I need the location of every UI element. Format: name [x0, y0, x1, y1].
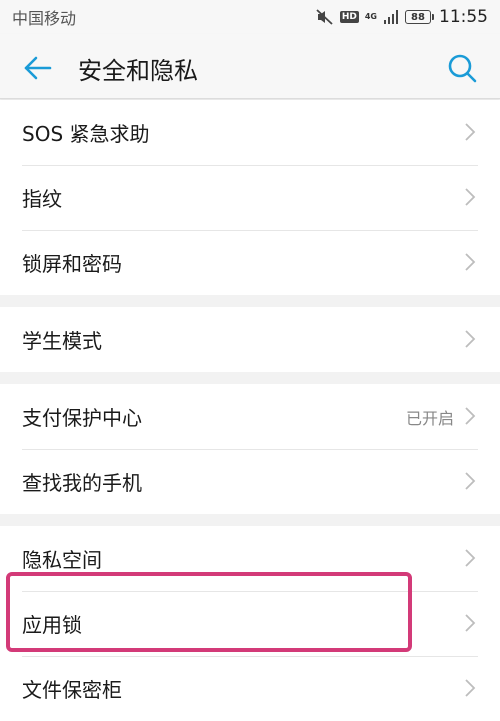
app-header: 安全和隐私	[0, 34, 500, 99]
chevron-right-icon	[465, 253, 476, 271]
settings-item-app-lock[interactable]: 应用锁	[0, 591, 500, 656]
status-text: 已开启	[405, 408, 454, 428]
chevron-right-icon	[465, 123, 476, 141]
carrier-name: 中国移动	[12, 9, 77, 28]
settings-item-payment-protection[interactable]: 支付保护中心 已开启	[0, 384, 500, 449]
settings-item-private-space[interactable]: 隐私空间	[0, 526, 500, 591]
chevron-right-icon	[465, 330, 476, 348]
search-icon	[448, 54, 477, 83]
status-bar: 中国移动 HD 4G 88 11:55	[0, 0, 500, 34]
settings-item-label: SOS 紧急求助	[22, 122, 150, 146]
signal-icon	[384, 10, 398, 24]
settings-item-label: 支付保护中心	[22, 406, 142, 430]
back-button[interactable]	[20, 50, 56, 86]
settings-item-lockscreen-password[interactable]: 锁屏和密码	[0, 230, 500, 295]
battery-level: 88	[411, 11, 425, 23]
settings-item-find-my-phone[interactable]: 查找我的手机	[0, 449, 500, 514]
search-button[interactable]	[444, 50, 480, 86]
settings-item-label: 应用锁	[22, 613, 82, 637]
settings-group-security: SOS 紧急求助 指纹 锁屏和密码	[0, 100, 500, 295]
settings-list: SOS 紧急求助 指纹 锁屏和密码 学生模式 支付保护中心 已开启 查找我的手机	[0, 100, 500, 721]
group-divider	[0, 514, 500, 526]
battery-icon: 88	[405, 10, 434, 24]
group-divider	[0, 295, 500, 307]
chevron-right-icon	[465, 407, 476, 425]
mute-icon	[316, 9, 333, 25]
settings-item-label: 学生模式	[22, 329, 102, 353]
settings-group-payment: 支付保护中心 已开启 查找我的手机	[0, 384, 500, 514]
chevron-right-icon	[465, 472, 476, 490]
settings-item-sos[interactable]: SOS 紧急求助	[0, 100, 500, 165]
settings-item-label: 隐私空间	[22, 548, 102, 572]
status-icons: HD 4G 88 11:55	[316, 7, 488, 27]
settings-item-label: 锁屏和密码	[22, 252, 122, 276]
settings-item-label: 文件保密柜	[22, 678, 122, 702]
settings-item-file-safe[interactable]: 文件保密柜	[0, 656, 500, 721]
chevron-right-icon	[465, 614, 476, 632]
chevron-right-icon	[465, 679, 476, 697]
settings-group-privacy: 隐私空间 应用锁 文件保密柜	[0, 526, 500, 721]
chevron-right-icon	[465, 188, 476, 206]
network-4g-icon: 4G	[364, 12, 377, 21]
settings-item-fingerprint[interactable]: 指纹	[0, 165, 500, 230]
settings-item-label: 指纹	[22, 187, 62, 211]
settings-item-label: 查找我的手机	[22, 471, 142, 495]
hd-icon: HD	[339, 11, 359, 23]
clock: 11:55	[439, 7, 488, 27]
page-title: 安全和隐私	[78, 57, 198, 85]
group-divider	[0, 372, 500, 384]
back-arrow-icon	[24, 56, 52, 80]
chevron-right-icon	[465, 549, 476, 567]
settings-group-student: 学生模式	[0, 307, 500, 372]
settings-item-student-mode[interactable]: 学生模式	[0, 307, 500, 372]
